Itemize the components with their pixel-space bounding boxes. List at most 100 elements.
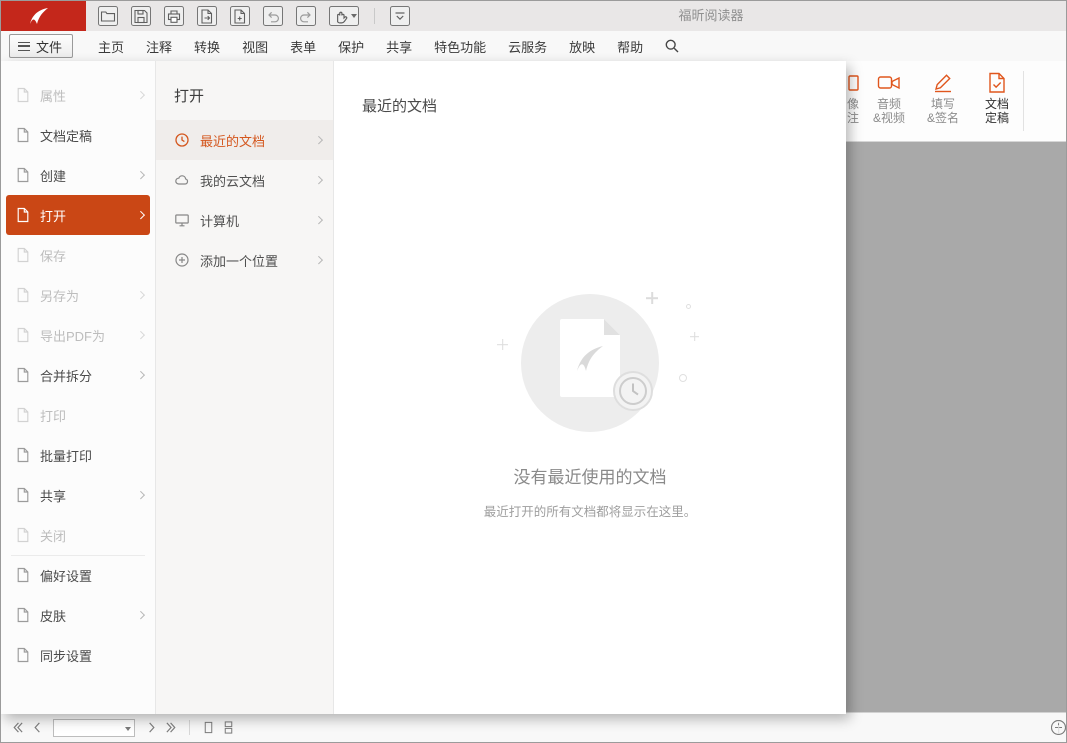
menu-tab[interactable]: 放映	[558, 31, 606, 61]
hand-tool-icon[interactable]	[329, 6, 359, 26]
ribbon-item-doc-finalize[interactable]: 文档 定稿	[970, 69, 1024, 135]
open-icon	[15, 207, 31, 223]
statusbar-separator	[189, 720, 190, 735]
decor-plus-icon	[690, 332, 699, 341]
submenu-arrow-icon	[136, 291, 144, 299]
file-menu-item[interactable]: 属性	[1, 75, 155, 115]
undo-icon[interactable]	[263, 6, 283, 26]
share-icon	[15, 487, 31, 503]
merge-split-icon	[15, 367, 31, 383]
file-menu-item[interactable]: 创建	[1, 155, 155, 195]
single-page-view-icon[interactable]	[198, 718, 218, 738]
clock-icon	[174, 132, 190, 148]
next-page-button[interactable]	[141, 718, 161, 738]
submenu-arrow-icon	[136, 491, 144, 499]
print-icon[interactable]	[164, 6, 184, 26]
quick-access-toolbar	[98, 1, 410, 31]
new-doc-icon[interactable]	[230, 6, 250, 26]
file-menu-item[interactable]: 另存为	[1, 275, 155, 315]
file-menu-item[interactable]: 打印	[1, 395, 155, 435]
ribbon-separator	[1023, 71, 1024, 131]
empty-state-subtitle: 最近打开的所有文档都将显示在这里。	[334, 501, 846, 520]
decor-ring-icon	[686, 304, 691, 309]
submenu-arrow-icon	[314, 256, 322, 264]
menu-tab[interactable]: 帮助	[606, 31, 654, 61]
continuous-view-icon[interactable]	[218, 718, 238, 738]
fill-sign-icon	[916, 69, 970, 97]
menu-tab[interactable]: 注释	[135, 31, 183, 61]
submenu-arrow-icon	[314, 136, 322, 144]
export-doc-icon[interactable]	[197, 6, 217, 26]
customize-toolbar-icon[interactable]	[390, 6, 410, 26]
open-submenu-panel: 打开 最近的文档 我的云文档 计算机	[156, 61, 334, 714]
file-menu-button[interactable]: 文件	[9, 34, 73, 58]
save-icon	[15, 247, 31, 263]
menu-tab[interactable]: 云服务	[497, 31, 558, 61]
save-icon[interactable]	[131, 6, 151, 26]
empty-state-clock-icon	[613, 371, 653, 411]
export-pdf-icon	[15, 327, 31, 343]
page-number-input[interactable]	[54, 720, 118, 735]
menu-tab[interactable]: 保护	[327, 31, 375, 61]
file-menu-panel: 属性 文档定稿 创建	[1, 61, 156, 714]
foxit-logo[interactable]	[1, 1, 86, 31]
folder-open-icon[interactable]	[98, 6, 118, 26]
skin-icon	[15, 607, 31, 623]
menu-tab[interactable]: 主页	[87, 31, 135, 61]
menu-tab[interactable]: 特色功能	[423, 31, 497, 61]
open-panel-title: 打开	[156, 61, 333, 120]
window-title: 福昕阅读器	[601, 1, 821, 31]
prev-page-button[interactable]	[27, 718, 47, 738]
hand-tool-caret-icon	[351, 14, 357, 18]
open-item-add-place[interactable]: 添加一个位置	[156, 240, 333, 280]
doc-finalize-icon	[970, 69, 1024, 97]
create-icon	[15, 167, 31, 183]
audio-video-icon	[862, 69, 916, 97]
sync-icon	[15, 647, 31, 663]
file-menu-item[interactable]: 偏好设置	[1, 555, 155, 595]
title-bar: 福昕阅读器	[1, 1, 1066, 31]
ribbon-item-fill-sign[interactable]: 填写 &签名	[916, 69, 970, 135]
file-button-label: 文件	[36, 37, 62, 56]
combo-caret-icon[interactable]	[125, 727, 131, 731]
foxit-logo-icon	[27, 5, 51, 27]
preferences-icon	[15, 567, 31, 583]
last-page-button[interactable]	[161, 718, 181, 738]
open-item-recent-documents[interactable]: 最近的文档	[156, 120, 333, 160]
batch-print-icon	[15, 447, 31, 463]
ribbon-item-audio-video[interactable]: 音频 &视频	[862, 69, 916, 135]
add-place-icon	[174, 252, 190, 268]
properties-icon	[15, 87, 31, 103]
submenu-arrow-icon	[136, 611, 144, 619]
save-as-icon	[15, 287, 31, 303]
computer-icon	[174, 212, 190, 228]
file-menu-item[interactable]: 合并拆分	[1, 355, 155, 395]
file-menu-item[interactable]: 同步设置	[1, 635, 155, 675]
submenu-arrow-icon	[136, 371, 144, 379]
file-menu-item[interactable]: 共享	[1, 475, 155, 515]
file-menu-item[interactable]: 保存	[1, 235, 155, 275]
file-menu-item[interactable]: 文档定稿	[1, 115, 155, 155]
menu-bar: 文件 主页注释转换视图表单保护共享特色功能云服务放映帮助	[1, 31, 1066, 61]
app-window: 福昕阅读器 文件 主页注释转换视图表单保护共享特色功能云服务放映帮助 像 注 音…	[0, 0, 1067, 743]
submenu-arrow-icon	[314, 176, 322, 184]
decor-plus-icon	[646, 292, 658, 304]
open-item-cloud-documents[interactable]: 我的云文档	[156, 160, 333, 200]
zoom-in-button[interactable]	[1051, 720, 1066, 735]
open-item-computer[interactable]: 计算机	[156, 200, 333, 240]
menu-tab[interactable]: 视图	[231, 31, 279, 61]
file-menu-item[interactable]: 批量打印	[1, 435, 155, 475]
ribbon-tabs: 主页注释转换视图表单保护共享特色功能云服务放映帮助	[87, 31, 654, 61]
first-page-button[interactable]	[7, 718, 27, 738]
empty-state-title: 没有最近使用的文档	[334, 463, 846, 488]
file-menu-item[interactable]: 打开	[6, 195, 150, 235]
file-menu-item[interactable]: 关闭	[1, 515, 155, 555]
search-icon[interactable]	[660, 34, 684, 58]
menu-tab[interactable]: 转换	[183, 31, 231, 61]
file-menu-item[interactable]: 皮肤	[1, 595, 155, 635]
menu-tab[interactable]: 表单	[279, 31, 327, 61]
menu-tab[interactable]: 共享	[375, 31, 423, 61]
file-menu-item[interactable]: 导出PDF为	[1, 315, 155, 355]
hamburger-icon	[18, 42, 30, 51]
redo-icon[interactable]	[296, 6, 316, 26]
